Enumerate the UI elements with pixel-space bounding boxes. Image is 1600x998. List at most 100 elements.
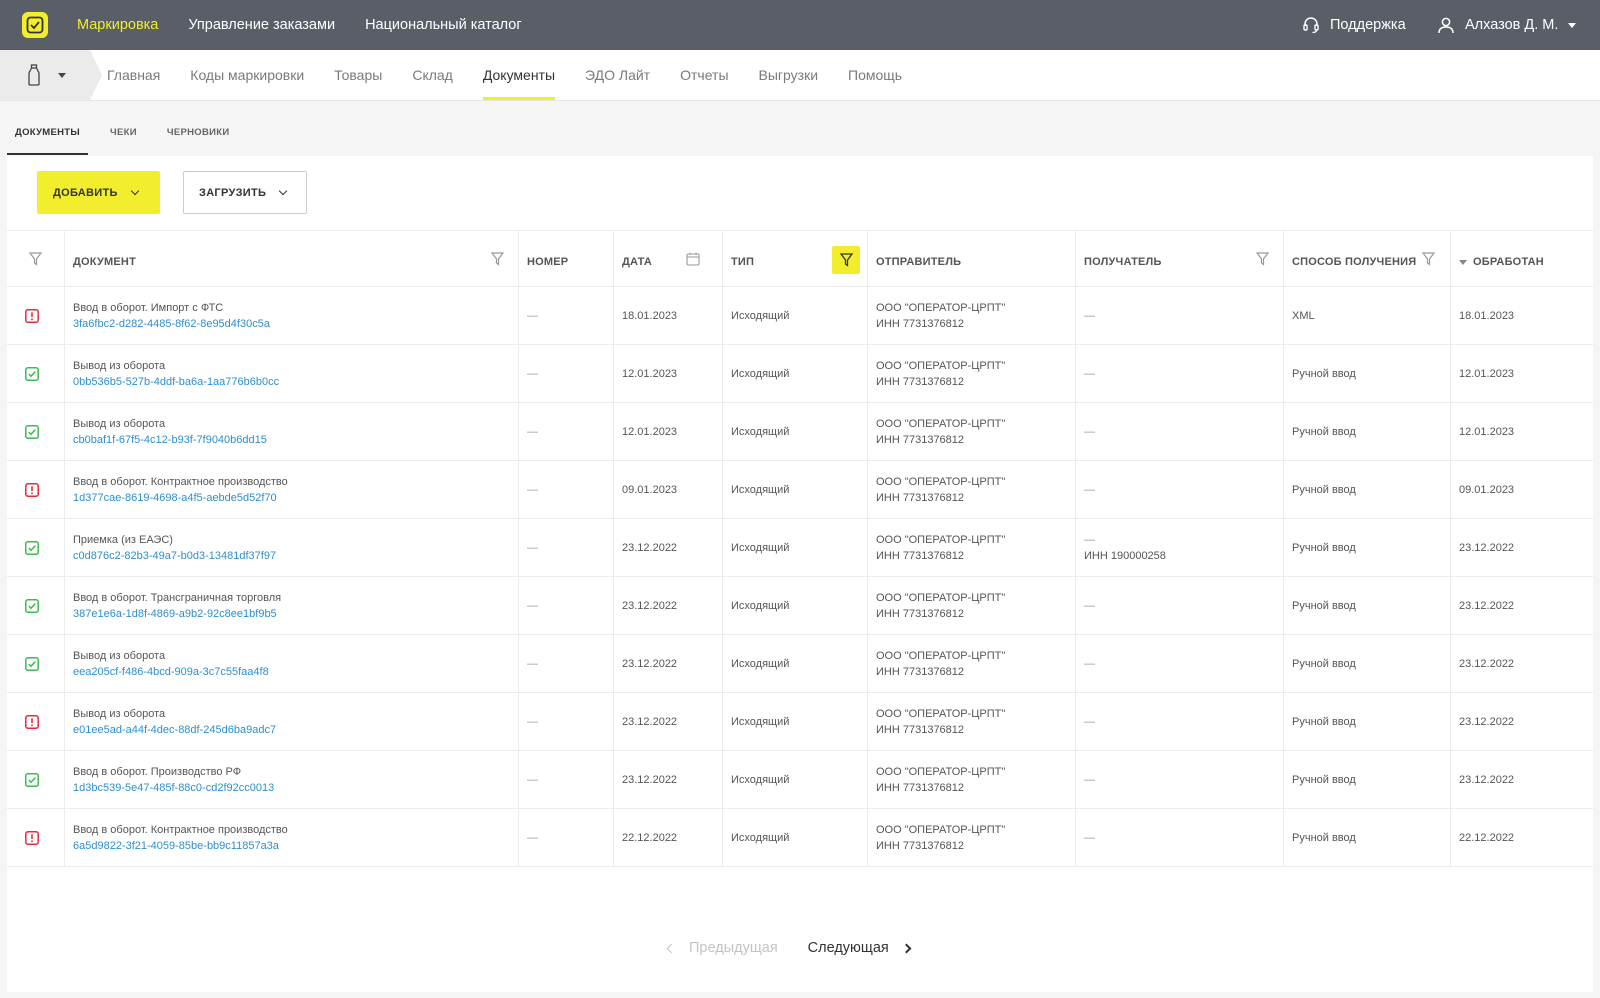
sender-name: ООО "ОПЕРАТОР-ЦРПТ" xyxy=(876,592,1006,604)
type-cell: Исходящий xyxy=(723,345,868,402)
document-id-link[interactable]: eea205cf-f486-4bcd-909a-3c7c55faa4f8 xyxy=(73,666,269,678)
date-cell: 22.12.2022 xyxy=(614,809,723,866)
sender-name: ООО "ОПЕРАТОР-ЦРПТ" xyxy=(876,650,1006,662)
document-id-link[interactable]: cb0baf1f-67f5-4c12-b93f-7f9040b6dd15 xyxy=(73,434,267,446)
nav-documents[interactable]: Документы xyxy=(482,50,556,100)
receive-method: Ручной ввод xyxy=(1292,542,1356,554)
top-nav-orders[interactable]: Управление заказами xyxy=(188,17,335,33)
document-id-link[interactable]: 6a5d9822-3f21-4059-85be-bb9c11857a3a xyxy=(73,840,279,852)
main-nav: Главная Коды маркировки Товары Склад Док… xyxy=(107,50,932,100)
document-date: 23.12.2022 xyxy=(622,658,678,670)
nav-help[interactable]: Помощь xyxy=(848,50,902,100)
sender-cell: ООО "ОПЕРАТОР-ЦРПТ" ИНН 7731376812 xyxy=(868,693,1076,750)
filter-icon[interactable] xyxy=(29,252,42,266)
documents-panel: ДОБАВИТЬ ЗАГРУЗИТЬ ДОКУМЕНТ НОМЕР ДАТА Т… xyxy=(7,156,1593,992)
header-recipient[interactable]: ПОЛУЧАТЕЛЬ xyxy=(1076,231,1284,286)
next-page-button[interactable]: Следующая xyxy=(808,940,912,956)
table-row[interactable]: Вывод из оборота e01ee5ad-a44f-4dec-88df-… xyxy=(7,693,1593,751)
processed-date: 09.01.2023 xyxy=(1459,484,1515,496)
table-row[interactable]: Ввод в оборот. Производство РФ 1d3bc539-5… xyxy=(7,751,1593,809)
header-date[interactable]: ДАТА xyxy=(614,231,723,286)
app-logo-icon[interactable] xyxy=(22,12,48,38)
upload-button-label: ЗАГРУЗИТЬ xyxy=(199,186,267,199)
product-group-selector[interactable] xyxy=(0,50,102,100)
processed-cell: 09.01.2023 xyxy=(1451,461,1593,518)
document-date: 12.01.2023 xyxy=(622,426,678,438)
filter-icon[interactable] xyxy=(1422,252,1435,266)
document-id-link[interactable]: 0bb536b5-527b-4ddf-ba6a-1aa776b6b0cc xyxy=(73,376,279,388)
top-nav-marking[interactable]: Маркировка xyxy=(77,17,158,33)
table-row[interactable]: Вывод из оборота cb0baf1f-67f5-4c12-b93f-… xyxy=(7,403,1593,461)
status-cell xyxy=(7,345,65,402)
upload-button[interactable]: ЗАГРУЗИТЬ xyxy=(183,171,307,214)
header-type[interactable]: ТИП xyxy=(723,231,868,286)
sender-inn: ИНН 7731376812 xyxy=(876,840,965,852)
table-row[interactable]: Ввод в оборот. Трансграничная торговля 38… xyxy=(7,577,1593,635)
number-cell: — xyxy=(519,577,614,634)
method-cell: Ручной ввод xyxy=(1284,635,1451,692)
type-filter-button[interactable] xyxy=(832,246,860,274)
add-button[interactable]: ДОБАВИТЬ xyxy=(37,171,160,214)
add-button-label: ДОБАВИТЬ xyxy=(53,186,118,199)
filter-icon[interactable] xyxy=(491,252,504,266)
document-number: — xyxy=(527,600,538,612)
sort-desc-icon xyxy=(1459,259,1467,265)
header-sender[interactable]: ОТПРАВИТЕЛЬ xyxy=(868,231,1076,286)
sender-inn: ИНН 7731376812 xyxy=(876,318,965,330)
table-body: Ввод в оборот. Импорт с ФТС 3fa6fbc2-d282… xyxy=(7,287,1593,867)
table-row[interactable]: Вывод из оборота eea205cf-f486-4bcd-909a-… xyxy=(7,635,1593,693)
document-id-link[interactable]: e01ee5ad-a44f-4dec-88df-245d6ba9adc7 xyxy=(73,724,276,736)
status-cell xyxy=(7,809,65,866)
document-id-link[interactable]: 1d3bc539-5e47-485f-88c0-cd2f92cc0013 xyxy=(73,782,274,794)
table-row[interactable]: Приемка (из ЕАЭС) c0d876c2-82b3-49a7-b0d3… xyxy=(7,519,1593,577)
recipient-cell: — xyxy=(1076,403,1284,460)
header-number[interactable]: НОМЕР xyxy=(519,231,614,286)
support-link[interactable]: Поддержка xyxy=(1302,0,1406,50)
sender-cell: ООО "ОПЕРАТОР-ЦРПТ" ИНН 7731376812 xyxy=(868,287,1076,344)
document-title: Ввод в оборот. Трансграничная торговля xyxy=(73,592,282,604)
sender-name: ООО "ОПЕРАТОР-ЦРПТ" xyxy=(876,302,1006,314)
table-row[interactable]: Вывод из оборота 0bb536b5-527b-4ddf-ba6a-… xyxy=(7,345,1593,403)
calendar-icon[interactable] xyxy=(686,252,700,266)
nav-goods[interactable]: Товары xyxy=(334,50,382,100)
date-cell: 12.01.2023 xyxy=(614,345,723,402)
prev-page-button[interactable]: Предыдущая xyxy=(666,940,778,956)
nav-warehouse[interactable]: Склад xyxy=(412,50,453,100)
processed-cell: 23.12.2022 xyxy=(1451,519,1593,576)
filter-icon[interactable] xyxy=(1256,252,1269,266)
document-id-link[interactable]: 3fa6fbc2-d282-4485-8f62-8e95d4f30c5a xyxy=(73,318,270,330)
nav-reports[interactable]: Отчеты xyxy=(680,50,728,100)
table-row[interactable]: Ввод в оборот. Контрактное производство 1… xyxy=(7,461,1593,519)
header-processed[interactable]: ОБРАБОТАН xyxy=(1451,231,1593,286)
processed-date: 18.01.2023 xyxy=(1459,310,1515,322)
nav-home[interactable]: Главная xyxy=(107,50,160,100)
tab-drafts[interactable]: ЧЕРНОВИКИ xyxy=(159,118,238,155)
sender-cell: ООО "ОПЕРАТОР-ЦРПТ" ИНН 7731376812 xyxy=(868,577,1076,634)
recipient-cell: — xyxy=(1076,577,1284,634)
number-cell: — xyxy=(519,345,614,402)
nav-exports[interactable]: Выгрузки xyxy=(759,50,819,100)
top-nav-catalog[interactable]: Национальный каталог xyxy=(365,17,522,33)
table-row[interactable]: Ввод в оборот. Импорт с ФТС 3fa6fbc2-d282… xyxy=(7,287,1593,345)
document-number: — xyxy=(527,774,538,786)
user-menu[interactable]: Алхазов Д. М. xyxy=(1437,0,1577,50)
nav-edo-lite[interactable]: ЭДО Лайт xyxy=(585,50,650,100)
document-id-link[interactable]: c0d876c2-82b3-49a7-b0d3-13481df37f97 xyxy=(73,550,276,562)
tab-receipts[interactable]: ЧЕКИ xyxy=(102,118,145,155)
sender-name: ООО "ОПЕРАТОР-ЦРПТ" xyxy=(876,360,1006,372)
document-date: 23.12.2022 xyxy=(622,600,678,612)
tab-documents[interactable]: ДОКУМЕНТЫ xyxy=(7,118,89,155)
sender-name: ООО "ОПЕРАТОР-ЦРПТ" xyxy=(876,418,1006,430)
recipient-cell: — xyxy=(1076,693,1284,750)
nav-codes[interactable]: Коды маркировки xyxy=(190,50,304,100)
sender-inn: ИНН 7731376812 xyxy=(876,724,965,736)
document-id-link[interactable]: 387e1e6a-1d8f-4869-a9b2-92c8ee1bf9b5 xyxy=(73,608,277,620)
document-id-link[interactable]: 1d377cae-8619-4698-a4f5-aebde5d52f70 xyxy=(73,492,277,504)
document-number: — xyxy=(527,832,538,844)
status-ok-icon xyxy=(25,657,39,671)
method-cell: Ручной ввод xyxy=(1284,519,1451,576)
document-number: — xyxy=(527,716,538,728)
header-document[interactable]: ДОКУМЕНТ xyxy=(65,231,519,286)
header-method[interactable]: СПОСОБ ПОЛУЧЕНИЯ xyxy=(1284,231,1451,286)
table-row[interactable]: Ввод в оборот. Контрактное производство 6… xyxy=(7,809,1593,867)
